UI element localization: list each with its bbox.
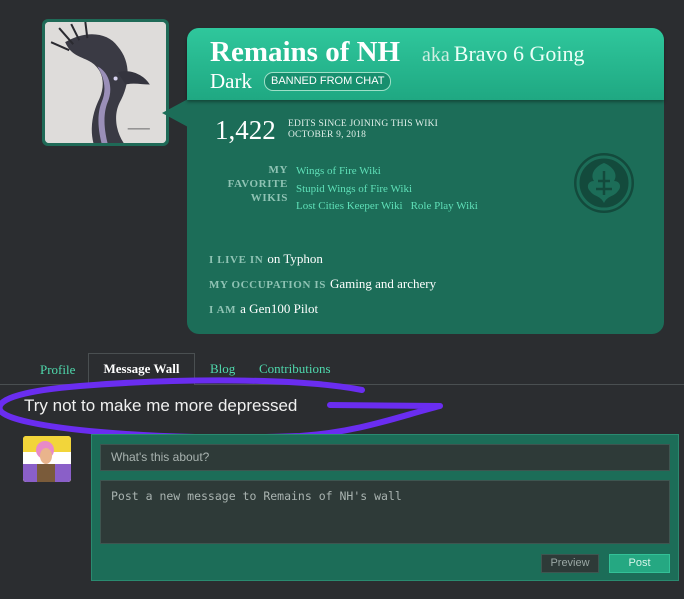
message-body-textarea[interactable]: Post a new message to Remains of NH's wa… — [100, 480, 670, 544]
edit-count: 1,422 — [215, 115, 276, 145]
edits-label: EDITS SINCE JOINING THIS WIKI OCTOBER 9,… — [288, 119, 438, 141]
bio-iam: I AM a Gen100 Pilot — [209, 301, 318, 317]
banned-badge: BANNED FROM CHAT — [264, 72, 392, 91]
bio-iam-value: a Gen100 Pilot — [240, 301, 319, 316]
favorite-wiki-link[interactable]: Lost Cities Keeper Wiki — [296, 200, 403, 212]
message-composer: What's this about? Post a new message to… — [91, 434, 679, 581]
user-name: Remains of NH — [210, 36, 401, 68]
bio-occupation-value: Gaming and archery — [329, 276, 437, 291]
favorite-wiki-link[interactable]: Wings of Fire Wiki — [296, 165, 381, 177]
card-pointer — [162, 99, 188, 127]
aka-block: aka Bravo 6 Going — [422, 41, 585, 67]
post-button[interactable]: Post — [609, 554, 670, 573]
message-title-input[interactable]: What's this about? — [100, 444, 670, 471]
favorite-wikis-list: Wings of Fire Wiki Stupid Wings of Fire … — [296, 163, 516, 216]
edits-since-label: EDITS SINCE JOINING THIS WIKI — [288, 119, 439, 129]
preview-button[interactable]: Preview — [541, 554, 599, 573]
bio-live-label: I LIVE IN — [209, 254, 264, 266]
poster-avatar — [23, 436, 71, 482]
dragon-drawing-image — [45, 22, 166, 143]
fav-label-line-3: WIKIS — [250, 192, 288, 204]
aka-name: Bravo 6 Going — [453, 41, 585, 66]
dragon-emblem-icon — [572, 151, 636, 215]
aka-name-continued: Dark — [210, 69, 252, 93]
profile-header: Remains of NH aka Bravo 6 Going Dark BANN… — [187, 28, 664, 100]
wall-message: Try not to make me more depressed — [24, 396, 298, 415]
favorite-wikis-label: MY FAVORITE WIKIS — [207, 163, 288, 205]
fav-label-line-2: FAVORITE — [227, 178, 288, 190]
profile-avatar[interactable] — [42, 19, 169, 146]
favorite-wiki-link[interactable]: Stupid Wings of Fire Wiki — [296, 183, 412, 195]
tab-contributions[interactable]: Contributions — [259, 361, 331, 377]
bio-occupation: MY OCCUPATION IS Gaming and archery — [209, 276, 436, 292]
join-date: OCTOBER 9, 2018 — [288, 130, 367, 140]
favorite-wiki-link[interactable]: Role Play Wiki — [411, 200, 478, 212]
aka-label: aka — [422, 44, 450, 66]
bio-live: I LIVE IN on Typhon — [209, 251, 323, 267]
tab-message-wall[interactable]: Message Wall — [88, 353, 195, 385]
tab-profile[interactable]: Profile — [40, 362, 75, 378]
profile-card: Remains of NH aka Bravo 6 Going Dark BANN… — [187, 28, 664, 334]
bio-live-value: on Typhon — [267, 251, 323, 266]
fav-label-line-1: MY — [268, 164, 288, 176]
bio-iam-label: I AM — [209, 304, 237, 316]
tab-blog[interactable]: Blog — [210, 361, 235, 377]
bio-occupation-label: MY OCCUPATION IS — [209, 279, 326, 291]
profile-tabs: Profile Message Wall Blog Contributions — [0, 352, 684, 385]
